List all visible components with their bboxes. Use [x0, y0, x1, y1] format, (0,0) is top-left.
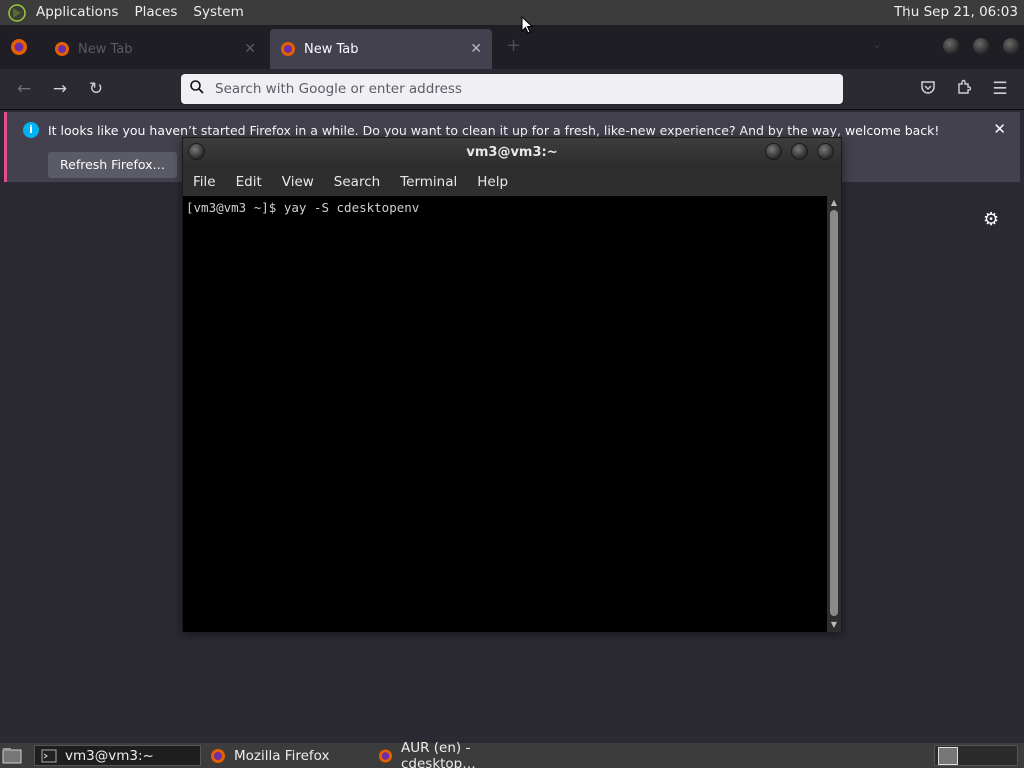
firefox-icon [211, 748, 225, 763]
search-icon [189, 79, 209, 99]
gear-icon[interactable]: ⚙ [983, 209, 999, 230]
taskbar-item-label: AUR (en) - cdesktop… [400, 739, 476, 768]
menu-file[interactable]: File [183, 174, 226, 190]
terminal-scrollbar[interactable]: ▲ ▼ [827, 196, 841, 632]
back-arrow-icon[interactable]: ← [14, 79, 34, 99]
show-desktop-icon[interactable] [2, 746, 22, 765]
refresh-firefox-button[interactable]: Refresh Firefox… [48, 152, 178, 178]
distro-logo-icon[interactable] [6, 2, 28, 24]
firefox-nav-bar: ← → ↻ ☰ [0, 69, 1024, 110]
maximize-window-button[interactable] [791, 143, 808, 160]
info-icon: i [23, 122, 39, 138]
firefox-icon [378, 748, 393, 763]
menu-search[interactable]: Search [324, 174, 390, 190]
taskbar-item-firefox[interactable]: Mozilla Firefox [204, 745, 370, 766]
terminal-menu-bar: File Edit View Search Terminal Help [183, 167, 841, 196]
firefox-icon [281, 42, 295, 56]
terminal-title-bar[interactable]: vm3@vm3:~ [183, 138, 841, 167]
address-bar[interactable] [181, 74, 843, 104]
close-tab-icon[interactable]: ✕ [470, 41, 482, 57]
taskbar-item-label: vm3@vm3:~ [65, 747, 154, 764]
close-window-button[interactable] [1003, 38, 1019, 54]
new-tab-button[interactable]: + [506, 35, 521, 56]
scroll-up-arrow-icon[interactable]: ▲ [827, 198, 841, 207]
terminal-window[interactable]: vm3@vm3:~ File Edit View Search Terminal… [182, 137, 842, 632]
mouse-cursor-icon [521, 16, 533, 34]
notification-message: It looks like you haven’t started Firefo… [48, 123, 940, 138]
menu-edit[interactable]: Edit [226, 174, 272, 190]
menu-view[interactable]: View [272, 174, 324, 190]
firefox-view-icon[interactable] [10, 38, 28, 60]
firefox-tab-bar: New Tab ✕ New Tab ✕ + ⌄ [0, 25, 1024, 69]
tab-new-tab-1[interactable]: New Tab ✕ [44, 29, 266, 69]
taskbar-item-aur[interactable]: AUR (en) - cdesktop… [372, 740, 540, 768]
url-input[interactable] [215, 81, 815, 97]
pocket-icon[interactable] [918, 79, 938, 99]
close-tab-icon[interactable]: ✕ [244, 41, 256, 57]
scroll-down-arrow-icon[interactable]: ▼ [827, 620, 841, 629]
hamburger-menu-icon[interactable]: ☰ [990, 79, 1010, 99]
close-window-button[interactable] [817, 143, 834, 160]
bottom-panel: vm3@vm3:~ Mozilla Firefox AUR (en) - cde… [0, 740, 1024, 768]
terminal-line: [vm3@vm3 ~]$ yay -S cdesktopenv [186, 200, 420, 215]
menu-help[interactable]: Help [467, 174, 518, 190]
reload-icon[interactable]: ↻ [86, 79, 106, 99]
minimize-window-button[interactable] [943, 38, 959, 54]
terminal-icon [41, 749, 57, 762]
close-notification-icon[interactable]: ✕ [993, 120, 1006, 138]
desktop: Applications Places System Thu Sep 21, 0… [0, 0, 1024, 768]
taskbar-item-terminal[interactable]: vm3@vm3:~ [34, 745, 201, 766]
terminal-output[interactable]: [vm3@vm3 ~]$ yay -S cdesktopenv [183, 196, 827, 632]
applications-menu[interactable]: Applications [28, 0, 126, 25]
tab-new-tab-2[interactable]: New Tab ✕ [270, 29, 492, 69]
tab-title: New Tab [304, 41, 359, 57]
menu-terminal[interactable]: Terminal [390, 174, 467, 190]
taskbar-item-label: Mozilla Firefox [234, 747, 330, 764]
scrollbar-thumb[interactable] [830, 210, 838, 616]
top-panel: Applications Places System Thu Sep 21, 0… [0, 0, 1024, 25]
maximize-window-button[interactable] [973, 38, 989, 54]
terminal-title: vm3@vm3:~ [466, 145, 558, 160]
tab-title: New Tab [78, 41, 133, 57]
list-all-tabs-icon[interactable]: ⌄ [872, 37, 882, 51]
clock[interactable]: Thu Sep 21, 06:03 [894, 0, 1018, 25]
minimize-window-button[interactable] [765, 143, 782, 160]
system-menu[interactable]: System [185, 0, 251, 25]
places-menu[interactable]: Places [126, 0, 185, 25]
extensions-icon[interactable] [954, 79, 974, 99]
workspace-1[interactable] [938, 747, 958, 765]
forward-arrow-icon[interactable]: → [50, 79, 70, 99]
firefox-icon [55, 42, 69, 56]
